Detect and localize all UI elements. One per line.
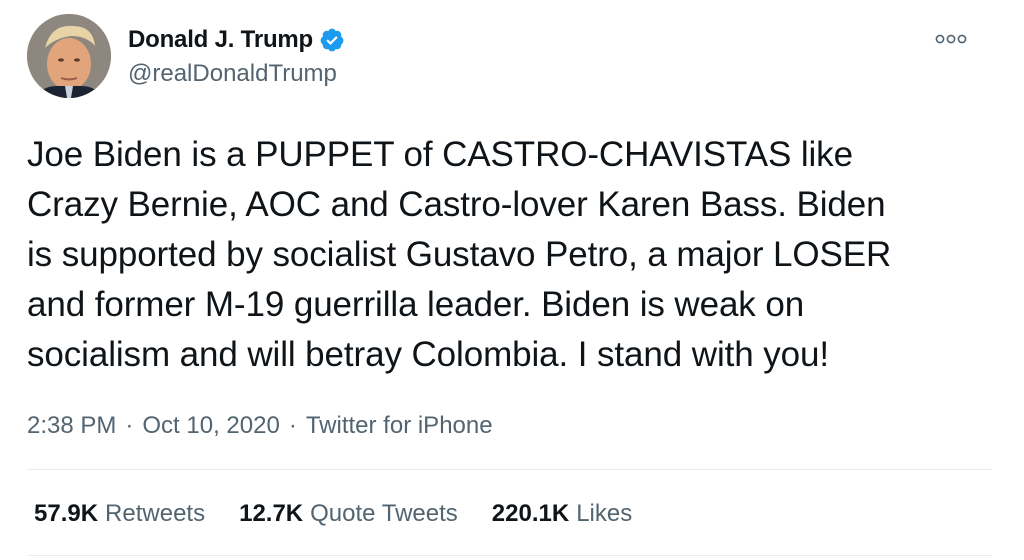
divider — [27, 555, 992, 556]
likes-count: 220.1K — [491, 500, 570, 527]
tweet-date[interactable]: Oct 10, 2020 — [142, 412, 279, 440]
tweet-text: Joe Biden is a PUPPET of CASTRO-CHAVISTA… — [27, 135, 892, 374]
likes-stat[interactable]: 220.1K Likes — [492, 500, 632, 528]
likes-label: Likes — [576, 500, 633, 527]
more-options-icon[interactable] — [934, 30, 968, 48]
author-name-row: Donald J. Trump — [128, 24, 345, 56]
retweets-count: 57.9K — [34, 500, 99, 527]
quote-tweets-stat[interactable]: 12.7K Quote Tweets — [239, 500, 458, 528]
retweets-label: Retweets — [105, 500, 206, 527]
verified-badge-icon — [319, 27, 345, 53]
tweet-time[interactable]: 2:38 PM — [27, 412, 116, 440]
engagement-stats: 57.9K Retweets 12.7K Quote Tweets 220.1K… — [34, 496, 666, 532]
divider — [27, 469, 992, 470]
tweet-meta: 2:38 PM · Oct 10, 2020 · Twitter for iPh… — [27, 408, 493, 444]
tweet-card: Donald J. Trump @realDonaldTrump Joe Bid… — [0, 0, 1024, 560]
retweets-stat[interactable]: 57.9K Retweets — [34, 500, 205, 528]
tweet-source[interactable]: Twitter for iPhone — [306, 412, 493, 440]
author-handle[interactable]: @realDonaldTrump — [128, 60, 337, 88]
author-display-name[interactable]: Donald J. Trump — [128, 26, 313, 54]
meta-separator: · — [288, 412, 297, 439]
quote-tweets-label: Quote Tweets — [310, 500, 458, 527]
avatar[interactable] — [27, 14, 111, 98]
meta-separator: · — [125, 412, 134, 439]
avatar-portrait — [27, 14, 111, 98]
quote-tweets-count: 12.7K — [239, 500, 304, 527]
